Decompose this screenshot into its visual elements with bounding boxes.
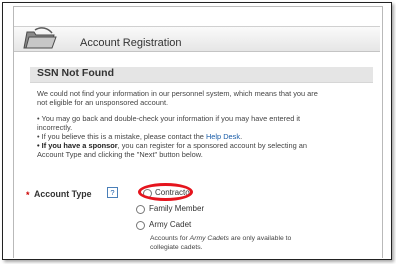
cadet-note-suffix: are only available to (228, 235, 292, 242)
sponsor-bold-text: • If you have a sponsor (37, 141, 118, 150)
required-marker: * (26, 190, 30, 200)
help-icon[interactable]: ? (107, 187, 118, 198)
cadet-note-line-1: Accounts for Army Cadets are only availa… (150, 235, 291, 242)
panel-header (14, 26, 380, 52)
bullet-help-desk-period: . (240, 132, 243, 141)
intro-text-line-2: not eligible for an unsponsored account. (37, 98, 169, 107)
bullet-go-back-line-2: incorrectly. (37, 123, 73, 132)
bullet-go-back-line-1: • You may go back and double-check your … (37, 114, 301, 123)
radio-family-member[interactable] (136, 205, 145, 214)
option-army-cadet-label: Army Cadet (149, 220, 192, 229)
page-title: Account Registration (80, 37, 182, 49)
option-family-member-label: Family Member (149, 204, 205, 213)
folder-logo-icon (23, 27, 57, 49)
sponsor-text: , you can register for a sponsored accou… (117, 141, 308, 150)
bullet-help-desk: • If you believe this is a mistake, plea… (37, 132, 242, 141)
cadet-note-line-2: collegiate cadets. (150, 244, 203, 251)
bullet-help-desk-text: • If you believe this is a mistake, plea… (37, 132, 206, 141)
radio-army-cadet[interactable] (136, 221, 145, 230)
help-desk-link[interactable]: Help Desk (206, 132, 240, 141)
intro-text-line-1: We could not find your information in ou… (37, 89, 318, 98)
bullet-sponsor-line-1: • If you have a sponsor, you can registe… (37, 141, 307, 150)
cadet-note-emphasis: Army Cadets (189, 235, 229, 242)
annotation-highlight-ellipse (138, 183, 193, 201)
bullet-sponsor-line-2: Account Type and clicking the "Next" but… (37, 150, 203, 159)
cadet-note-prefix: Accounts for (150, 235, 190, 242)
section-title: SSN Not Found (37, 67, 114, 79)
account-type-label: Account Type (34, 189, 92, 199)
